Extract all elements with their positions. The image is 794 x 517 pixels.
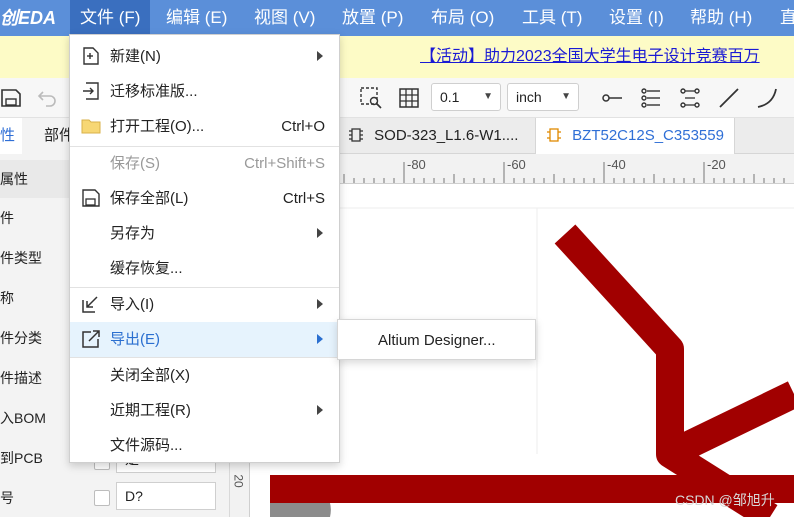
menu-help[interactable]: 帮助 (H) (680, 0, 762, 36)
menu-item-save-all[interactable]: 保存全部(L) Ctrl+S (70, 181, 339, 216)
migrate-icon (83, 82, 99, 100)
menu-item-label: 文件源码... (110, 437, 183, 454)
export-altium-designer[interactable]: Altium Designer... (338, 320, 535, 359)
ruler-label: 20 (231, 474, 246, 488)
chevron-down-icon: ▼ (561, 91, 571, 102)
submenu-arrow-icon (317, 405, 323, 415)
tab-bzt52c12s[interactable]: BZT52C12S_C353559 (535, 118, 735, 154)
menu-item-migrate[interactable]: 迁移标准版... (70, 74, 339, 109)
shortcut-label: Ctrl+S (282, 190, 325, 207)
tab-properties[interactable]: 性 (0, 118, 22, 154)
line-icon[interactable] (717, 86, 741, 110)
net-label-icon[interactable] (678, 86, 702, 110)
designator-checkbox[interactable] (94, 490, 110, 506)
menu-settings[interactable]: 设置 (I) (599, 0, 674, 36)
tab-label: SOD-323_L1.6-W1.... (374, 127, 519, 144)
tab-label: BZT52C12S_C353559 (572, 127, 724, 144)
unit-value: inch (516, 89, 542, 105)
menu-place[interactable]: 放置 (P) (332, 0, 413, 36)
announcement-link[interactable]: 【活动】助力2023全国大学生电子设计竞赛百万 (420, 36, 760, 78)
menu-item-label: 关闭全部(X) (110, 367, 190, 384)
save-icon (82, 189, 100, 207)
pad-shape (270, 503, 331, 517)
menu-item-recent-projects[interactable]: 近期工程(R) (70, 393, 339, 428)
property-header-label: 属性 (0, 171, 28, 187)
menu-view[interactable]: 视图 (V) (244, 0, 325, 36)
pcb-trace (554, 224, 778, 517)
ruler-label: -20 (707, 157, 726, 172)
menu-item-file-source[interactable]: 文件源码... (70, 428, 339, 463)
menu-item-new[interactable]: 新建(N) (70, 39, 339, 74)
grid-size-value: 0.1 (440, 89, 460, 105)
menu-item-label: 另存为 (110, 225, 156, 242)
menu-file[interactable]: 文件 (F) (70, 0, 151, 36)
menu-item-save-as[interactable]: 另存为 (70, 216, 339, 251)
menu-item-label: 打开工程(O)... (110, 118, 205, 135)
menu-item-label: 导入(I) (110, 296, 155, 313)
designator-field[interactable]: D? (116, 482, 216, 510)
menu-layout[interactable]: 布局 (O) (421, 0, 504, 36)
area-select-icon[interactable] (359, 86, 383, 110)
menu-edit[interactable]: 编辑 (E) (156, 0, 237, 36)
menu-bar: 创EDA 文件 (F) 编辑 (E) 视图 (V) 放置 (P) 布局 (O) … (0, 0, 794, 36)
undo-icon[interactable] (36, 86, 60, 110)
submenu-arrow-icon (317, 228, 323, 238)
menu-item-label: 保存(S) (110, 155, 160, 172)
pcb-trace (663, 381, 794, 467)
import-icon (82, 296, 98, 313)
menu-more[interactable]: 直 (770, 0, 794, 36)
save-icon[interactable] (0, 86, 24, 110)
menu-item-close-all[interactable]: 关闭全部(X) (70, 358, 339, 393)
menu-item-label: 近期工程(R) (110, 402, 191, 419)
grid-icon[interactable] (397, 86, 421, 110)
menu-item-label: 保存全部(L) (110, 190, 189, 207)
menu-item-open-project[interactable]: 打开工程(O)... Ctrl+O (70, 109, 339, 144)
watermark: CSDN @邹旭升 (675, 492, 775, 508)
menu-item-cache-restore[interactable]: 缓存恢复... (70, 251, 339, 286)
menu-tools[interactable]: 工具 (T) (512, 0, 592, 36)
ruler-label: -60 (507, 157, 526, 172)
shortcut-label: Ctrl+O (281, 118, 325, 135)
unit-select[interactable]: inch ▼ (507, 83, 579, 111)
shortcut-label: Ctrl+Shift+S (244, 155, 325, 172)
bus-icon[interactable] (639, 86, 663, 110)
ruler-label: -40 (607, 157, 626, 172)
folder-icon (81, 119, 101, 134)
menu-item-save: 保存(S) Ctrl+Shift+S (70, 146, 339, 181)
menu-item-export[interactable]: 导出(E) (70, 322, 339, 357)
chevron-down-icon: ▼ (483, 91, 493, 102)
arc-icon[interactable] (755, 86, 779, 110)
horizontal-ruler: -80 -60 -40 -20 (338, 154, 794, 184)
menu-item-import[interactable]: 导入(I) (70, 287, 339, 322)
app-logo: 创EDA (0, 8, 57, 28)
submenu-arrow-icon (317, 334, 323, 344)
menu-item-label: 新建(N) (110, 48, 161, 65)
file-menu-dropdown: 新建(N) 迁移标准版... 打开工程(O)... Ctrl+O 保存(S) C… (69, 34, 340, 463)
pin-icon[interactable] (600, 86, 624, 110)
tab-sod323[interactable]: SOD-323_L1.6-W1.... (338, 118, 535, 154)
new-file-icon (83, 47, 99, 65)
export-icon (82, 330, 100, 348)
export-submenu: Altium Designer... (337, 319, 536, 360)
vertical-ruler: 20 (230, 460, 250, 517)
footprint-icon (349, 128, 363, 142)
menu-item-label: 缓存恢复... (110, 260, 183, 277)
chip-icon (547, 128, 561, 142)
menu-item-label: 导出(E) (110, 331, 160, 348)
grid-size-select[interactable]: 0.1 ▼ (431, 83, 501, 111)
menu-item-label: 迁移标准版... (110, 83, 198, 100)
ruler-label: -80 (407, 157, 426, 172)
submenu-arrow-icon (317, 51, 323, 61)
submenu-arrow-icon (317, 299, 323, 309)
